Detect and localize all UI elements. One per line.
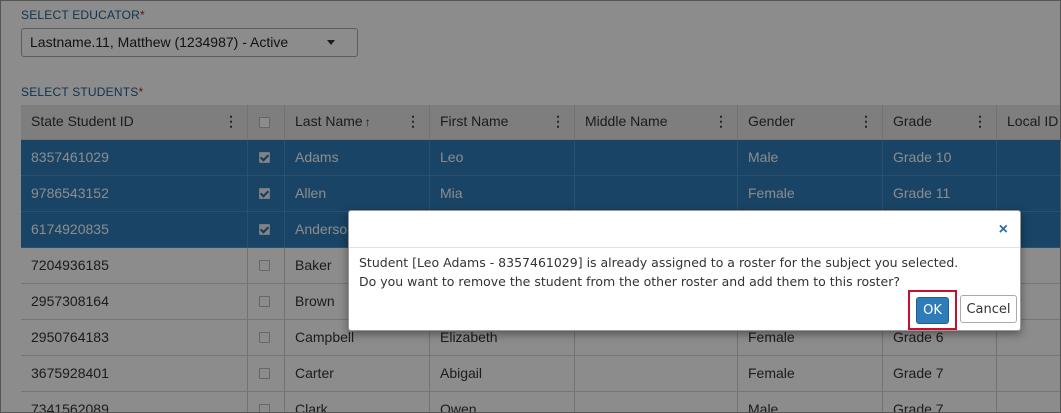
roster-screen: SELECT EDUCATOR* Lastname.11, Matthew (1… (0, 0, 1061, 413)
dialog-message: Student [Leo Adams - 8357461029] is alre… (359, 253, 1014, 291)
ok-button-highlight: OK (908, 290, 957, 330)
dialog-message-line: Do you want to remove the student from t… (359, 274, 900, 289)
dialog-message-line: Student [Leo Adams - 8357461029] is alre… (359, 255, 959, 270)
cancel-button[interactable]: Cancel (960, 295, 1017, 323)
ok-button[interactable]: OK (916, 297, 949, 324)
modal-backdrop (1, 1, 1060, 412)
dialog-divider (349, 247, 1020, 248)
roster-conflict-dialog: × Student [Leo Adams - 8357461029] is al… (348, 210, 1021, 331)
close-icon[interactable]: × (999, 221, 1008, 239)
